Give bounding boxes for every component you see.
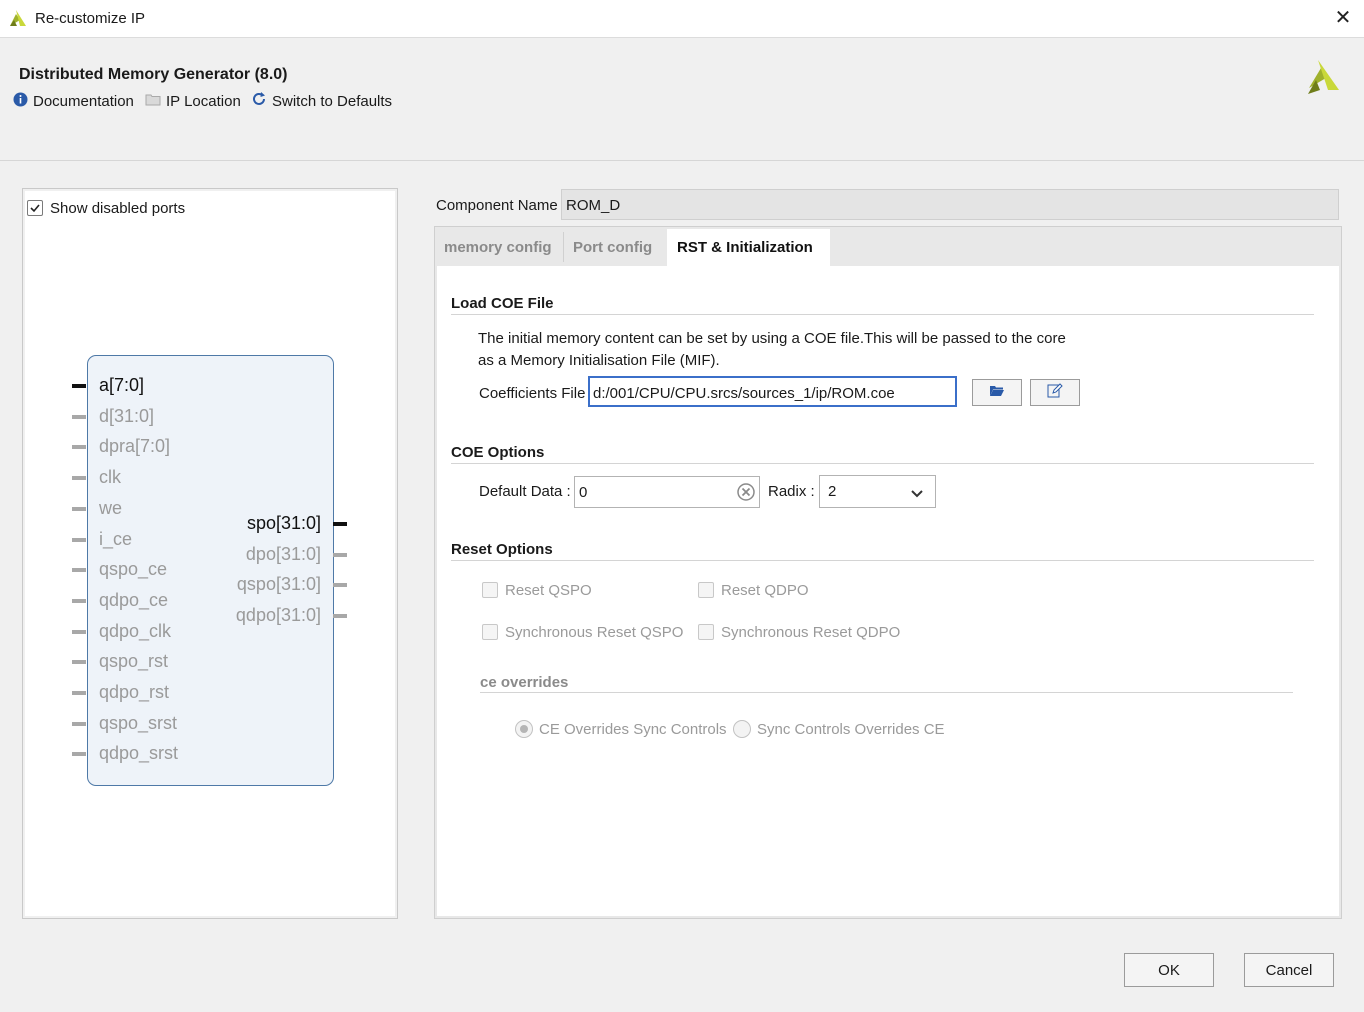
coefficients-file-input[interactable]: d:/001/CPU/CPU.srcs/sources_1/ip/ROM.coe	[588, 376, 957, 407]
input-port-label: clk	[99, 467, 121, 488]
sync-reset-qdpo-checkbox[interactable]	[698, 624, 714, 640]
refresh-icon	[251, 91, 267, 111]
input-port-pin	[72, 691, 86, 695]
ip-location-label: IP Location	[166, 92, 241, 110]
radio-selected-dot	[520, 725, 528, 733]
tab-rst-initialization[interactable]: RST & Initialization	[667, 229, 830, 266]
section-divider	[451, 314, 1314, 315]
input-port-label: qdpo_clk	[99, 620, 172, 641]
ce-overrides-sync-radio[interactable]	[515, 720, 533, 738]
show-disabled-ports-checkbox[interactable]	[27, 200, 43, 216]
load-coe-section-title: Load COE File	[451, 295, 554, 312]
input-port-pin	[72, 445, 86, 450]
sync-reset-qspo-label: Synchronous Reset QSPO	[505, 624, 684, 641]
output-port-label: qdpo[31:0]	[235, 605, 321, 626]
ce-overrides-title: ce overrides	[480, 674, 569, 691]
section-divider	[480, 692, 1293, 693]
xilinx-logo-icon	[8, 8, 28, 32]
ip-title: Distributed Memory Generator (8.0)	[19, 66, 288, 83]
output-port-pin	[333, 614, 347, 619]
info-icon	[13, 92, 28, 111]
cancel-button[interactable]: Cancel	[1244, 953, 1334, 987]
component-name-label: Component Name	[436, 197, 558, 214]
component-name-field[interactable]: ROM_D	[561, 189, 1339, 220]
reset-options-section-title: Reset Options	[451, 541, 553, 558]
ok-button[interactable]: OK	[1124, 953, 1214, 987]
component-name-value: ROM_D	[566, 197, 621, 214]
output-port-pin	[333, 522, 347, 526]
coe-options-section-title: COE Options	[451, 444, 545, 461]
input-port-label: i_ce	[99, 528, 133, 549]
sync-reset-qspo-checkbox[interactable]	[482, 624, 498, 640]
input-port-pin	[72, 598, 86, 603]
radix-select[interactable]: 2	[819, 475, 936, 508]
input-port-pin	[72, 537, 86, 542]
tab-memory-config[interactable]: memory config	[434, 229, 562, 266]
input-port-label: a[7:0]	[99, 375, 145, 395]
section-divider	[451, 463, 1314, 464]
edit-coe-button[interactable]	[1030, 379, 1080, 406]
close-icon[interactable]: ✕	[1333, 6, 1353, 30]
input-port-label: qspo_srst	[99, 712, 178, 733]
window-title: Re-customize IP	[35, 10, 146, 27]
input-port-label: dpra[7:0]	[99, 436, 171, 457]
default-data-input[interactable]: 0	[574, 476, 760, 508]
output-port-label: spo[31:0]	[246, 513, 321, 533]
default-data-label: Default Data :	[479, 483, 571, 500]
output-port-label: dpo[31:0]	[245, 543, 321, 564]
output-port-pin	[333, 552, 347, 557]
input-port-label: qdpo_rst	[99, 682, 170, 702]
reset-qdpo-checkbox[interactable]	[698, 582, 714, 598]
output-port-pin	[333, 583, 347, 588]
chevron-down-icon	[910, 486, 924, 503]
sync-overrides-ce-radio[interactable]	[733, 720, 751, 738]
show-disabled-ports-label: Show disabled ports	[50, 200, 186, 217]
clear-icon[interactable]	[737, 483, 755, 505]
load-coe-description-1: The initial memory content can be set by…	[478, 330, 1066, 347]
input-port-pin	[72, 476, 86, 481]
sync-overrides-ce-label: Sync Controls Overrides CE	[757, 721, 945, 738]
input-port-label: qdpo_srst	[99, 743, 179, 764]
input-port-label: qspo_ce	[99, 559, 168, 580]
switch-to-defaults-label: Switch to Defaults	[272, 92, 393, 110]
documentation-link[interactable]: Documentation	[13, 91, 134, 111]
tab-port-config[interactable]: Port config	[563, 229, 662, 266]
ce-overrides-sync-label: CE Overrides Sync Controls	[539, 721, 727, 738]
reset-qdpo-label: Reset QDPO	[721, 582, 809, 599]
input-port-label: qdpo_ce	[99, 589, 169, 610]
ok-label: OK	[1158, 961, 1180, 979]
default-data-value: 0	[579, 484, 588, 501]
input-port-pin	[72, 752, 86, 757]
section-divider	[451, 560, 1314, 561]
input-port-pin	[72, 414, 86, 419]
input-port-label: we	[99, 497, 123, 518]
input-port-pin	[72, 629, 86, 634]
load-coe-description-2: as a Memory Initialisation File (MIF).	[478, 352, 720, 369]
browse-coe-button[interactable]	[972, 379, 1022, 406]
output-port-label: qspo[31:0]	[236, 574, 321, 595]
ip-location-link[interactable]: IP Location	[145, 91, 241, 111]
input-port-pin	[72, 506, 86, 511]
radix-label: Radix :	[768, 483, 815, 500]
title-bar: Re-customize IP ✕	[0, 0, 1364, 38]
coefficients-file-value: d:/001/CPU/CPU.srcs/sources_1/ip/ROM.coe	[593, 385, 895, 402]
switch-to-defaults-link[interactable]: Switch to Defaults	[251, 91, 392, 111]
input-port-pin	[72, 660, 86, 665]
edit-icon	[1047, 383, 1063, 402]
documentation-label: Documentation	[33, 92, 134, 110]
coefficients-file-label: Coefficients File	[479, 385, 586, 402]
sync-reset-qdpo-label: Synchronous Reset QDPO	[721, 624, 901, 641]
input-port-label: d[31:0]	[99, 405, 155, 426]
xilinx-brand-icon	[1304, 58, 1342, 100]
input-port-label: qspo_rst	[99, 651, 169, 672]
reset-qspo-label: Reset QSPO	[505, 582, 592, 599]
folder-icon	[145, 92, 161, 110]
input-port-pin	[72, 568, 86, 573]
radix-value: 2	[828, 483, 837, 500]
folder-open-icon	[989, 384, 1005, 401]
reset-qspo-checkbox[interactable]	[482, 582, 498, 598]
input-port-pin	[72, 384, 86, 388]
input-port-pin	[72, 721, 86, 726]
cancel-label: Cancel	[1265, 961, 1313, 979]
